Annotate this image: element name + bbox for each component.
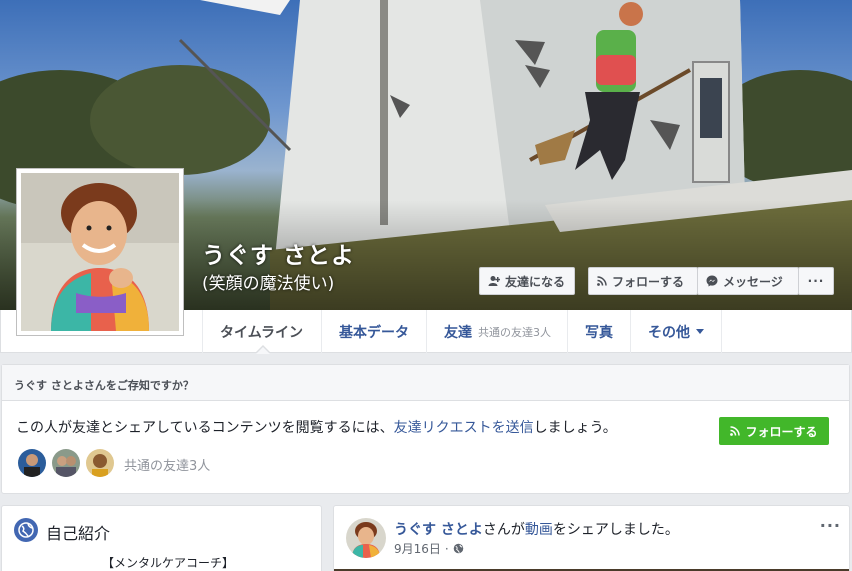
do-you-know-text-before: この人が友達とシェアしているコンテンツを閲覧するには、 bbox=[16, 420, 394, 436]
intro-card: 自己紹介 【メンタルケアコーチ】 bbox=[1, 505, 322, 571]
active-tab-indicator-inner bbox=[256, 347, 270, 354]
post-date[interactable]: 9月16日 bbox=[394, 540, 441, 557]
post-meta-dot: · bbox=[444, 541, 449, 556]
tab-friends-mutual: 共通の友達3人 bbox=[478, 325, 551, 339]
post-card: うぐす さとよさんが動画をシェアしました。 9月16日 · ··· bbox=[333, 505, 850, 571]
globe-icon[interactable] bbox=[453, 543, 464, 554]
profile-alternate-name: (笑顔の魔法使い) bbox=[202, 274, 335, 294]
follow-green-label: フォローする bbox=[745, 424, 818, 439]
avatar[interactable] bbox=[16, 447, 48, 479]
profile-name[interactable]: うぐす さとよ bbox=[202, 236, 355, 270]
add-friend-label: 友達になる bbox=[505, 274, 566, 289]
tab-more-label: その他 bbox=[648, 324, 690, 341]
mutual-friends-avatars bbox=[16, 447, 118, 479]
tab-timeline-label: タイムライン bbox=[220, 324, 304, 341]
avatar[interactable] bbox=[84, 447, 116, 479]
post-options-button[interactable]: ··· bbox=[820, 516, 841, 535]
intro-title: 自己紹介 bbox=[46, 524, 111, 543]
tab-friends-label: 友達 bbox=[444, 324, 472, 341]
message-button[interactable]: メッセージ bbox=[697, 267, 799, 295]
more-options-label: ··· bbox=[807, 274, 825, 288]
follow-label: フォローする bbox=[612, 274, 685, 289]
follow-green-button[interactable]: フォローする bbox=[719, 417, 829, 445]
tab-about-label: 基本データ bbox=[339, 324, 409, 341]
send-friend-request-link[interactable]: 友達リクエストを送信 bbox=[394, 420, 534, 436]
mutual-friends-count[interactable]: 共通の友達3人 bbox=[124, 455, 210, 474]
post-title-mid: さんが bbox=[482, 522, 525, 538]
more-options-button[interactable]: ··· bbox=[798, 267, 834, 295]
tab-more[interactable]: その他 bbox=[630, 310, 722, 353]
add-friend-button[interactable]: 友達になる bbox=[479, 267, 575, 295]
add-friend-icon bbox=[488, 276, 500, 286]
post-author-link[interactable]: うぐす さとよ bbox=[394, 522, 483, 538]
post-author-avatar[interactable] bbox=[346, 518, 386, 558]
message-label: メッセージ bbox=[723, 274, 783, 289]
profile-picture[interactable] bbox=[16, 168, 184, 336]
post-video-link[interactable]: 動画 bbox=[525, 522, 553, 538]
post-meta: 9月16日 · bbox=[394, 540, 464, 557]
follow-button[interactable]: フォローする bbox=[588, 267, 698, 295]
tab-friends[interactable]: 友達 共通の友達3人 bbox=[426, 310, 568, 353]
intro-bio-line: 【メンタルケアコーチ】 bbox=[102, 556, 235, 570]
tab-photos[interactable]: 写真 bbox=[567, 310, 631, 353]
post-title: うぐす さとよさんが動画をシェアしました。 bbox=[394, 519, 679, 539]
do-you-know-header: うぐす さとよさんをご存知ですか？ bbox=[2, 365, 849, 401]
do-you-know-card: うぐす さとよさんをご存知ですか？ この人が友達とシェアしているコンテンツを閲覧… bbox=[1, 364, 850, 494]
chevron-down-icon bbox=[696, 329, 704, 334]
tab-about[interactable]: 基本データ bbox=[321, 310, 427, 353]
rss-icon bbox=[730, 426, 741, 436]
do-you-know-text-after: しましょう。 bbox=[533, 420, 617, 436]
rss-icon bbox=[597, 276, 607, 286]
post-title-after: をシェアしました。 bbox=[552, 522, 679, 538]
do-you-know-text: この人が友達とシェアしているコンテンツを閲覧するには、友達リクエストを送信しまし… bbox=[16, 417, 617, 437]
tab-photos-label: 写真 bbox=[585, 324, 613, 341]
profile-image bbox=[21, 173, 179, 331]
avatar[interactable] bbox=[50, 447, 82, 479]
globe-icon bbox=[14, 518, 38, 542]
messenger-icon bbox=[706, 275, 718, 287]
